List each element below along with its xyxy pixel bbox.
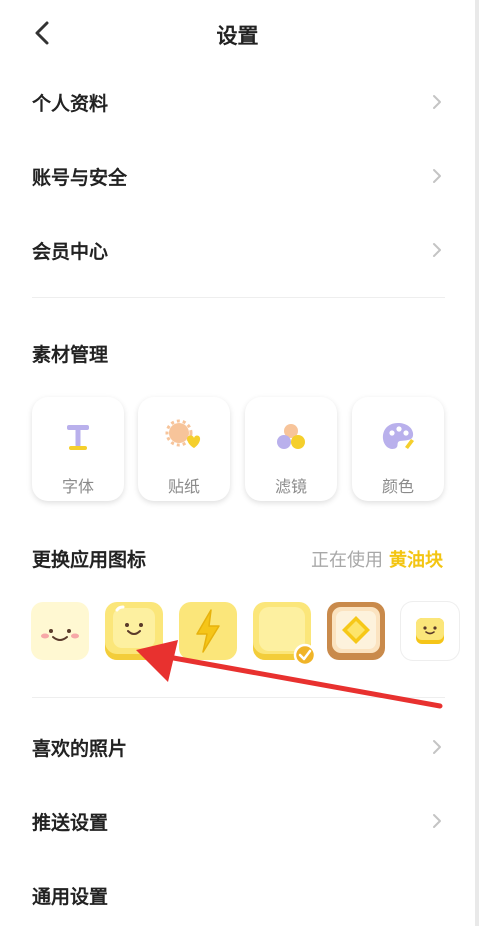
settings-screen: 设置 个人资料 账号与安全 会员中心 素材管理 字体 贴纸 滤镜 颜色 更换应用… <box>0 0 475 926</box>
annotation-arrow <box>136 640 443 709</box>
screen-edge <box>475 0 479 926</box>
